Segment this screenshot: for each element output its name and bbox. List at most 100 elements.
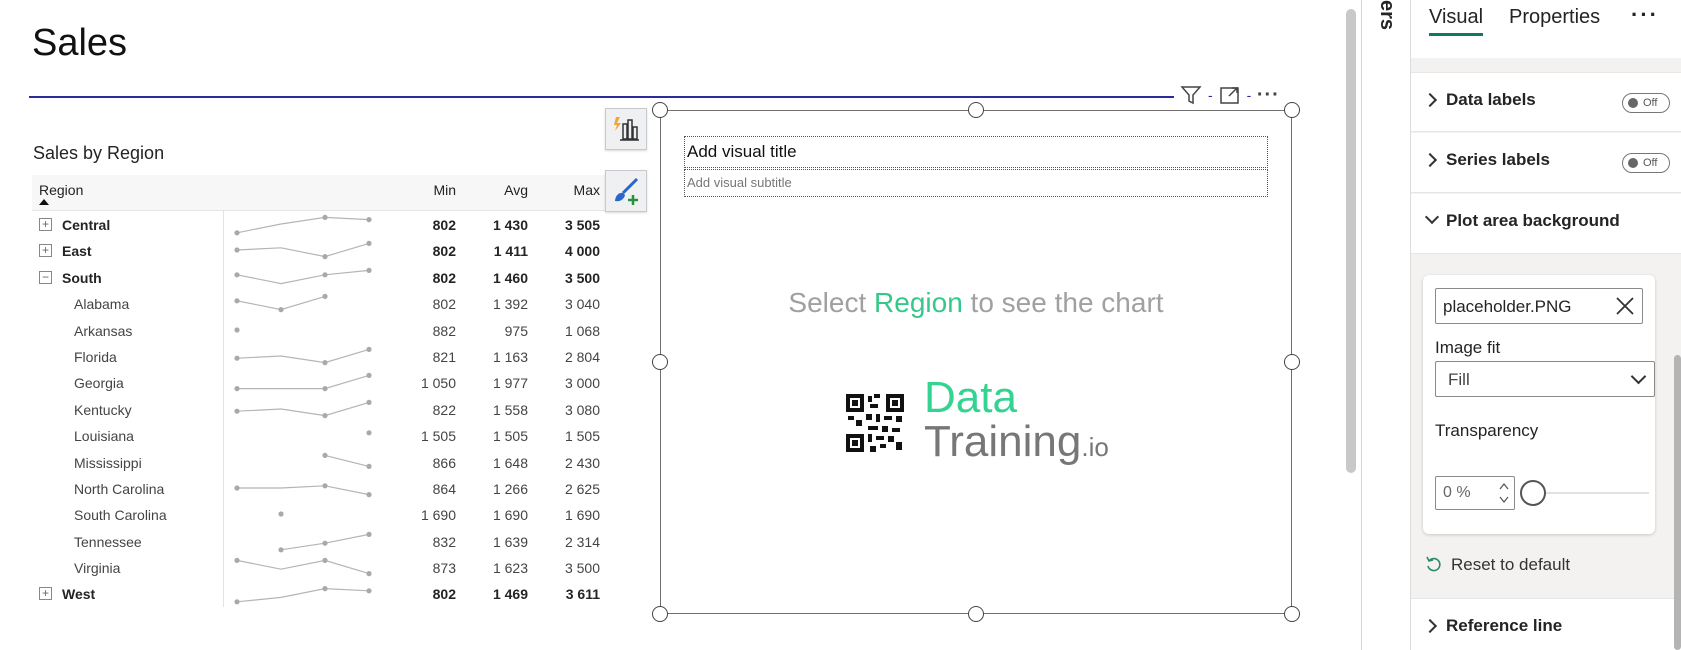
transparency-slider-thumb[interactable] bbox=[1520, 480, 1546, 506]
sparkline-point bbox=[366, 571, 372, 577]
sparkline-point bbox=[366, 430, 372, 436]
data-labels-toggle[interactable]: Off bbox=[1622, 93, 1670, 113]
matrix-table: Region Min Avg Max + Central 802 1 430 3 505… bbox=[32, 175, 610, 607]
column-header-avg[interactable]: Avg bbox=[458, 182, 528, 198]
collapse-icon[interactable]: − bbox=[39, 270, 52, 284]
sparkline bbox=[234, 326, 240, 333]
cell-min: 802 bbox=[432, 243, 456, 260]
sparkline-point bbox=[366, 491, 372, 498]
sparkline-point bbox=[234, 408, 240, 414]
table-row[interactable]: + Central 802 1 430 3 505 bbox=[32, 211, 610, 237]
table-row[interactable]: South Carolina 1 690 1 690 1 690 bbox=[32, 501, 610, 527]
smart-narrative-button[interactable] bbox=[605, 108, 647, 150]
cell-min: 1 690 bbox=[420, 507, 456, 524]
cell-avg: 1 163 bbox=[492, 348, 528, 365]
sparkline bbox=[234, 267, 372, 284]
sparkline-point bbox=[366, 373, 372, 379]
resize-handle-bottom-right[interactable] bbox=[1284, 606, 1300, 622]
tab-properties[interactable]: Properties bbox=[1509, 6, 1600, 29]
logo-data-text: Data bbox=[924, 373, 1017, 422]
column-header-max[interactable]: Max bbox=[530, 182, 600, 198]
expand-icon[interactable]: + bbox=[39, 587, 52, 601]
cell-min: 1 505 bbox=[420, 428, 456, 445]
focus-mode-icon[interactable] bbox=[1217, 82, 1243, 108]
pane-divider bbox=[1361, 0, 1362, 650]
visual-title-placeholder[interactable]: Add visual title bbox=[684, 136, 1268, 168]
table-row[interactable]: North Carolina 864 1 266 2 625 bbox=[32, 475, 610, 501]
table-title: Sales by Region bbox=[33, 143, 165, 163]
cell-max: 2 625 bbox=[564, 480, 600, 497]
visual-container[interactable]: Add visual title Add visual subtitle Sel… bbox=[652, 102, 1300, 622]
column-header-min[interactable]: Min bbox=[386, 182, 456, 198]
empty-state-message: Select Region to see the chart bbox=[661, 287, 1291, 319]
format-brush-button[interactable] bbox=[605, 170, 647, 212]
canvas-scrollbar[interactable] bbox=[1346, 9, 1356, 473]
filter-icon[interactable] bbox=[1178, 82, 1204, 108]
reset-icon bbox=[1426, 556, 1441, 572]
resize-handle-top[interactable] bbox=[968, 102, 984, 118]
section-reference-line[interactable]: Reference line bbox=[1411, 598, 1681, 650]
section-plot-area-background[interactable]: Plot area background bbox=[1411, 194, 1681, 254]
message-text: to see the chart bbox=[962, 287, 1164, 318]
table-row[interactable]: Alabama 802 1 392 3 040 bbox=[32, 290, 610, 316]
sparkline-point bbox=[366, 267, 372, 273]
row-label: Tennessee bbox=[74, 533, 142, 550]
resize-handle-top-left[interactable] bbox=[652, 102, 668, 118]
table-row[interactable]: Tennessee 832 1 639 2 314 bbox=[32, 528, 610, 554]
reset-to-default-button[interactable]: Reset to default bbox=[1425, 555, 1570, 575]
format-pane: Visual Properties ··· Data labels Off Se… bbox=[1410, 0, 1681, 650]
table-row[interactable]: Arkansas 882 975 1 068 bbox=[32, 317, 610, 343]
more-options-icon[interactable]: ··· bbox=[1255, 82, 1281, 108]
resize-handle-bottom[interactable] bbox=[968, 606, 984, 622]
cell-max: 2 314 bbox=[564, 533, 600, 550]
chevron-down-icon bbox=[1424, 209, 1440, 225]
paintbrush-icon bbox=[615, 177, 639, 205]
section-data-labels[interactable]: Data labels Off bbox=[1411, 72, 1681, 132]
cell-min: 802 bbox=[432, 217, 456, 233]
resize-handle-bottom-left[interactable] bbox=[652, 606, 668, 622]
logo-wordmark: Data Training.io bbox=[924, 376, 1109, 469]
sparkline-point bbox=[234, 230, 240, 236]
cell-max: 1 505 bbox=[564, 428, 600, 445]
table-row[interactable]: + East 802 1 411 4 000 bbox=[32, 237, 610, 263]
cell-max: 1 690 bbox=[564, 507, 600, 524]
section-series-labels[interactable]: Series labels Off bbox=[1411, 133, 1681, 193]
format-pane-scrollbar[interactable] bbox=[1674, 355, 1681, 650]
filters-pane-tab[interactable]: ers bbox=[1374, 0, 1398, 40]
visual-subtitle-placeholder[interactable]: Add visual subtitle bbox=[684, 169, 1268, 197]
expand-icon[interactable]: + bbox=[39, 244, 52, 258]
resize-handle-left[interactable] bbox=[652, 354, 668, 370]
table-row[interactable]: Kentucky 822 1 558 3 080 bbox=[32, 396, 610, 422]
cell-max: 3 000 bbox=[564, 375, 600, 392]
plot-area-background-card: placeholder.PNG Image fit Fill Transpare… bbox=[1423, 275, 1655, 534]
image-fit-value: Fill bbox=[1448, 370, 1470, 389]
image-file-field[interactable]: placeholder.PNG bbox=[1435, 288, 1643, 324]
more-options-icon[interactable]: ··· bbox=[1631, 2, 1659, 28]
table-row[interactable]: Mississippi 866 1 648 2 430 bbox=[32, 449, 610, 475]
table-row[interactable]: Louisiana 1 505 1 505 1 505 bbox=[32, 422, 610, 448]
sparkline-point bbox=[366, 217, 372, 223]
resize-handle-right[interactable] bbox=[1284, 354, 1300, 370]
column-header-region[interactable]: Region bbox=[39, 182, 83, 198]
transparency-input[interactable]: 0 % bbox=[1435, 476, 1515, 510]
table-row[interactable]: Virginia 873 1 623 3 500 bbox=[32, 554, 610, 580]
table-row[interactable]: Georgia 1 050 1 977 3 000 bbox=[32, 369, 610, 395]
clear-image-icon[interactable] bbox=[1614, 295, 1636, 317]
series-labels-toggle[interactable]: Off bbox=[1622, 153, 1670, 173]
image-fit-dropdown[interactable]: Fill bbox=[1435, 361, 1655, 397]
expand-icon[interactable]: + bbox=[39, 218, 52, 231]
format-pane-header: Visual Properties ··· bbox=[1411, 0, 1681, 58]
cell-avg: 1 266 bbox=[492, 480, 528, 497]
resize-handle-top-right[interactable] bbox=[1284, 102, 1300, 118]
table-row[interactable]: Florida 821 1 163 2 804 bbox=[32, 343, 610, 369]
cell-min: 882 bbox=[432, 322, 456, 339]
sparkline-point bbox=[322, 557, 328, 564]
row-label: Central bbox=[62, 217, 111, 233]
tab-visual[interactable]: Visual bbox=[1429, 6, 1484, 36]
sparkline-path bbox=[236, 401, 370, 416]
cell-avg: 1 558 bbox=[492, 401, 528, 418]
transparency-slider-track[interactable] bbox=[1531, 492, 1649, 494]
table-row[interactable]: + West 802 1 469 3 611 bbox=[32, 580, 610, 606]
table-row[interactable]: − South 802 1 460 3 500 bbox=[32, 264, 610, 290]
sparkline-point bbox=[278, 546, 284, 553]
